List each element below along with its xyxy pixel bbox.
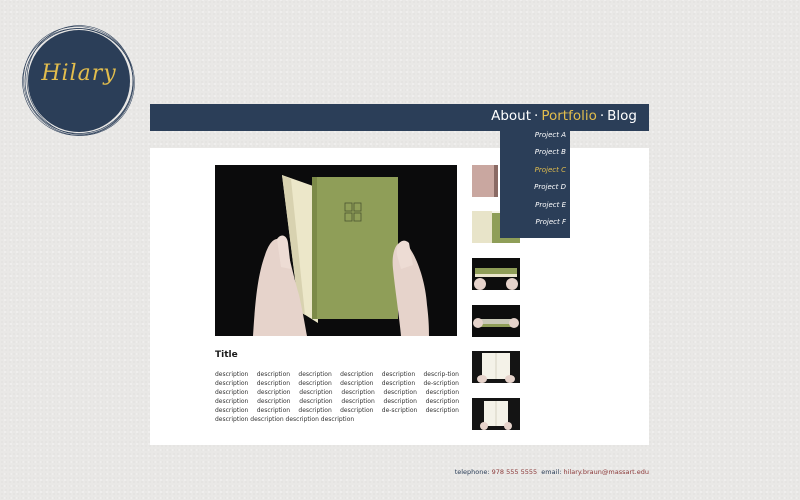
thumbnail-4[interactable]	[472, 305, 520, 337]
nav-portfolio[interactable]: Portfolio	[541, 108, 597, 124]
logo-text: Hilary	[41, 61, 117, 86]
dropdown-item-project-e[interactable]: Project E	[500, 201, 566, 209]
dropdown-item-project-d[interactable]: Project D	[500, 183, 566, 191]
nav-blog[interactable]: Blog	[607, 108, 637, 124]
dropdown-item-project-c[interactable]: Project C	[500, 166, 566, 174]
thumbnail-5[interactable]	[472, 351, 520, 383]
dropdown-item-project-f[interactable]: Project F	[500, 218, 566, 226]
main-nav: About · Portfolio · Blog	[491, 108, 637, 124]
thumbnail-3[interactable]	[472, 258, 520, 290]
logo[interactable]: Hilary	[22, 25, 136, 137]
dropdown-item-project-a[interactable]: Project A	[500, 131, 566, 139]
nav-about[interactable]: About	[491, 108, 531, 124]
telephone-value[interactable]: 978 555 5555	[492, 468, 538, 476]
telephone-label: telephone:	[454, 468, 490, 476]
top-navbar: About · Portfolio · Blog	[150, 104, 649, 131]
portfolio-dropdown: Project A Project B Project C Project D …	[500, 131, 570, 238]
nav-separator: ·	[599, 108, 605, 124]
thumbnail-6[interactable]	[472, 398, 520, 430]
project-description: description description description desc…	[215, 371, 459, 423]
project-title: Title	[215, 350, 238, 360]
dropdown-item-project-b[interactable]: Project B	[500, 148, 566, 156]
contact-footer: telephone: 978 555 5555 email: hilary.br…	[455, 468, 649, 476]
main-project-image	[215, 165, 457, 336]
email-link[interactable]: hilary.braun@massart.edu	[564, 468, 650, 476]
nav-separator: ·	[534, 108, 539, 124]
email-label: email:	[541, 468, 562, 476]
